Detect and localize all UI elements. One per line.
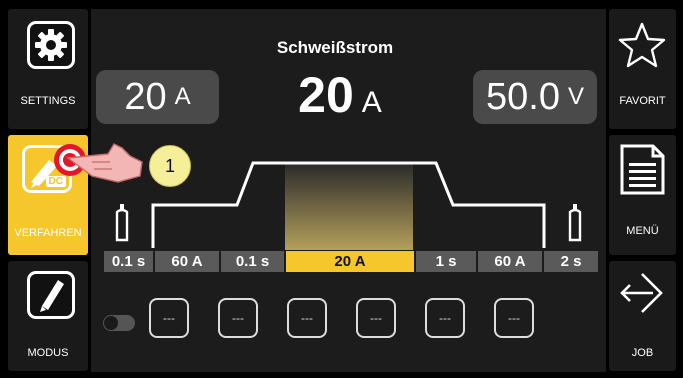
current-display-unit: A — [174, 83, 191, 110]
settings-label: SETTINGS — [20, 95, 76, 107]
favorite-button[interactable]: FAVORIT — [609, 9, 676, 129]
star-icon — [618, 22, 666, 68]
main-current-unit: A — [361, 86, 382, 119]
mode-button[interactable]: MODUS — [8, 261, 88, 371]
voltage-display-value: 50.0 — [486, 75, 560, 118]
parameter-title: Schweißstrom — [276, 38, 394, 57]
document-menu-icon — [620, 144, 665, 195]
arrows-icon — [620, 273, 663, 313]
param-gas-preflow[interactable]: 0.1 s — [104, 251, 153, 272]
memory-slot[interactable]: --- — [149, 298, 189, 338]
param-end-current[interactable]: 60 A — [478, 251, 542, 272]
process-label: VERFAHREN — [14, 227, 82, 239]
voltage-display[interactable]: 50.0 V — [473, 70, 597, 124]
param-start-current[interactable]: 60 A — [155, 251, 219, 272]
param-welding-current[interactable]: 20 A — [286, 251, 414, 272]
favorite-label: FAVORIT — [619, 95, 666, 107]
param-upslope[interactable]: 0.1 s — [221, 251, 284, 272]
job-label: JOB — [631, 347, 654, 359]
step-callout-number: 1 — [164, 155, 175, 176]
memory-slot[interactable]: --- — [356, 298, 396, 338]
memory-slot[interactable]: --- — [287, 298, 327, 338]
memory-slot[interactable]: --- — [218, 298, 258, 338]
gear-icon — [27, 21, 75, 69]
memory-slot[interactable]: --- — [425, 298, 465, 338]
settings-button[interactable]: SETTINGS — [8, 9, 88, 129]
menu-button[interactable]: MENÜ — [609, 135, 676, 255]
current-display[interactable]: 20 A — [96, 70, 219, 124]
gas-bottle-icon — [568, 204, 582, 242]
active-phase-highlight — [285, 163, 413, 250]
mode-label: MODUS — [27, 347, 69, 359]
current-display-value: 20 — [124, 75, 167, 118]
toggle-knob — [104, 316, 118, 330]
memory-slot[interactable]: --- — [494, 298, 534, 338]
step-callout: 1 — [149, 145, 191, 187]
main-current-display: 20 A — [240, 66, 440, 124]
welding-screen: SETTINGS DC VERFAHREN MODUS Schweißstrom… — [0, 0, 683, 378]
main-current-value: 20 — [298, 67, 354, 123]
param-gas-postflow[interactable]: 2 s — [544, 251, 598, 272]
job-button[interactable]: JOB — [609, 261, 676, 371]
menu-label: MENÜ — [626, 225, 659, 237]
gas-bottle-icon — [115, 204, 129, 242]
param-downslope[interactable]: 1 s — [416, 251, 476, 272]
toggle-switch[interactable] — [103, 315, 135, 331]
torch-icon — [27, 271, 75, 319]
voltage-display-unit: V — [567, 83, 584, 110]
